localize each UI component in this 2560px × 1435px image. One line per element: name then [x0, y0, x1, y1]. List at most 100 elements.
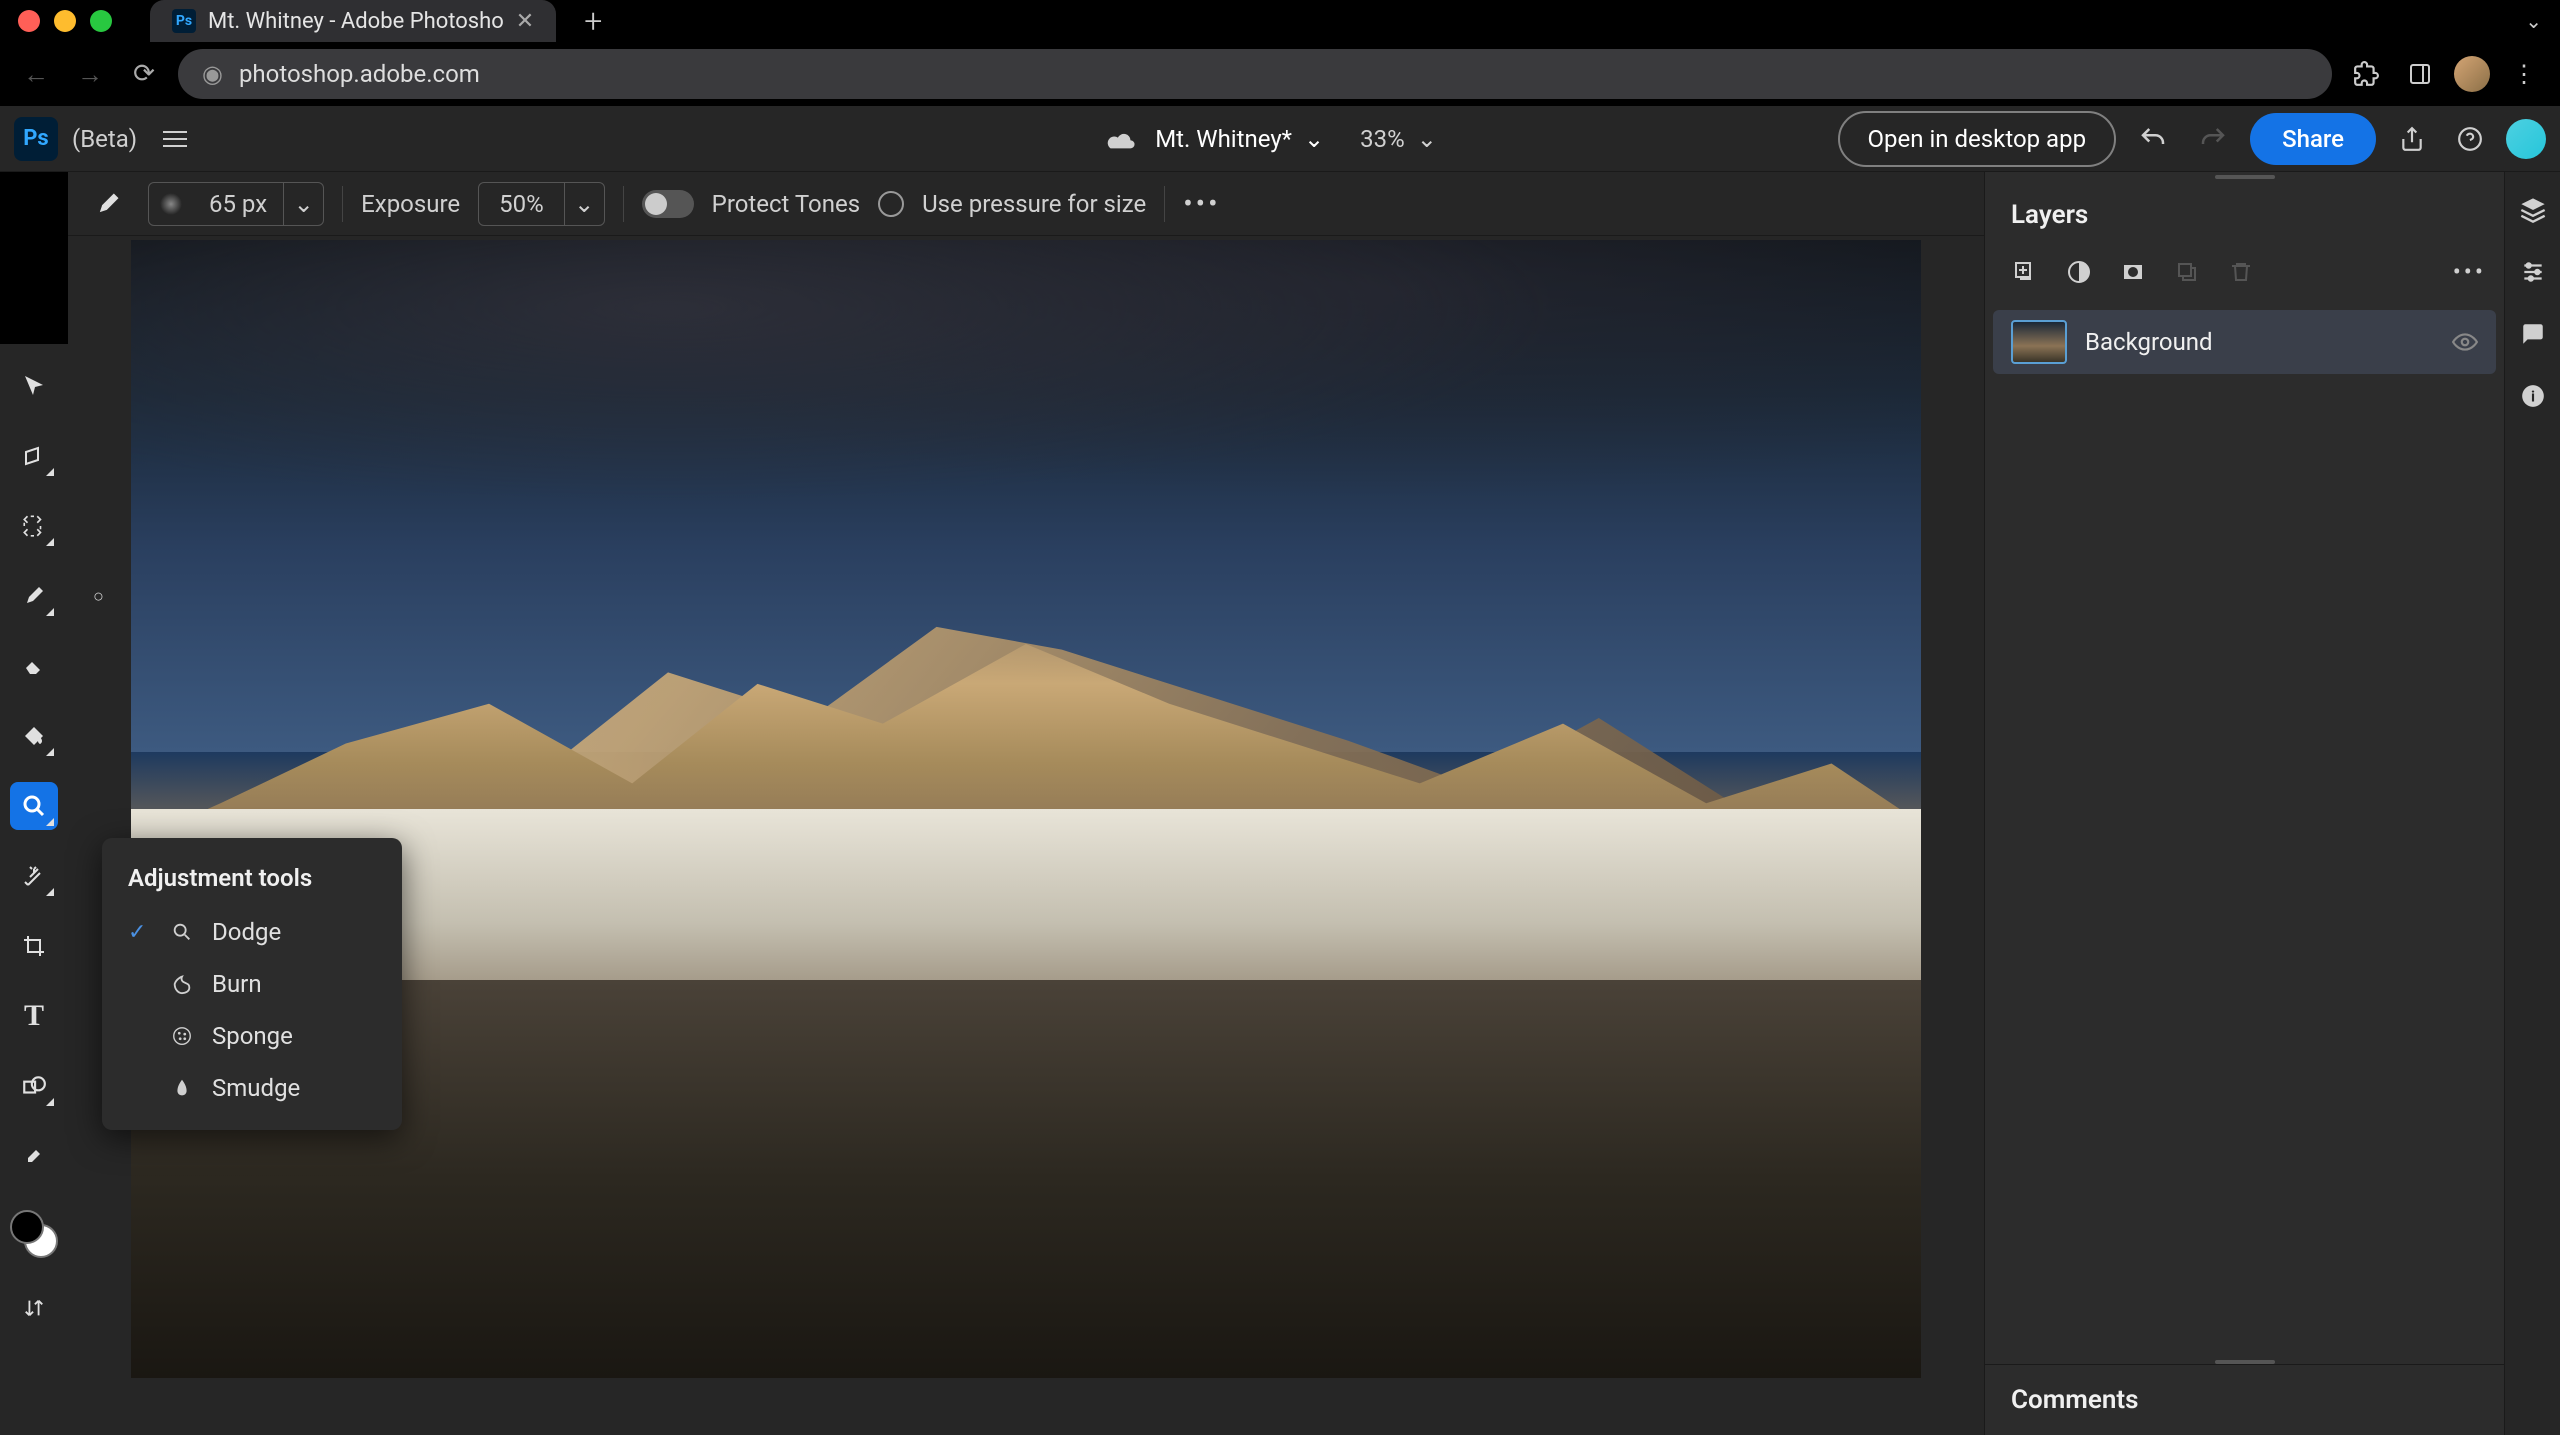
hamburger-menu[interactable] [151, 119, 199, 159]
flyout-item-sponge[interactable]: Sponge [102, 1010, 402, 1062]
comments-title[interactable]: Comments [1985, 1364, 2504, 1435]
flyout-item-dodge[interactable]: ✓ Dodge [102, 906, 402, 958]
selection-tool[interactable] [10, 502, 58, 550]
site-info-icon[interactable]: ◉ [202, 60, 223, 88]
help-icon[interactable] [2448, 117, 2492, 161]
layer-name: Background [2085, 328, 2213, 356]
flyout-item-smudge[interactable]: Smudge [102, 1062, 402, 1114]
adjustment-tools-flyout: Adjustment tools ✓ Dodge Burn Sponge Smu… [102, 838, 402, 1130]
redo-button[interactable] [2190, 116, 2236, 162]
swap-colors-icon[interactable] [10, 1284, 58, 1332]
svg-text:i: i [2530, 387, 2534, 405]
adjustment-tool[interactable] [10, 782, 58, 830]
pressure-size-radio[interactable] [878, 191, 904, 217]
crop-tool[interactable] [10, 922, 58, 970]
zoom-selector[interactable]: 33% ⌄ [1342, 117, 1455, 161]
type-tool[interactable]: T [10, 992, 58, 1040]
share-button[interactable]: Share [2250, 113, 2376, 165]
layers-toolbar: ••• [1985, 242, 2504, 310]
reload-button[interactable]: ⟳ [124, 54, 164, 94]
shape-tool[interactable] [10, 1062, 58, 1110]
tab-title: Mt. Whitney - Adobe Photosho [208, 9, 504, 34]
brush-size-value: 65 px [193, 190, 283, 218]
canvas[interactable] [131, 240, 1921, 1378]
dodge-icon [168, 921, 196, 943]
url-bar[interactable]: ◉ photoshop.adobe.com [178, 49, 2332, 99]
tabs-overflow-icon[interactable]: ⌄ [2525, 9, 2542, 33]
transform-tool[interactable] [10, 432, 58, 480]
group-icon[interactable] [2165, 250, 2209, 294]
smudge-icon [168, 1077, 196, 1099]
pressure-size-label: Use pressure for size [922, 190, 1146, 218]
brush-tool[interactable] [10, 572, 58, 620]
exposure-label: Exposure [361, 190, 460, 218]
flyout-title: Adjustment tools [102, 854, 402, 906]
back-button[interactable]: ← [16, 54, 56, 94]
user-avatar[interactable] [2506, 119, 2546, 159]
export-icon[interactable] [2390, 117, 2434, 161]
flyout-item-burn[interactable]: Burn [102, 958, 402, 1010]
burn-icon [168, 973, 196, 995]
flyout-item-label: Smudge [212, 1074, 300, 1102]
cloud-sync-icon[interactable] [1105, 127, 1137, 151]
panel-grip[interactable] [1985, 172, 2504, 182]
ps-logo[interactable]: Ps [14, 117, 58, 161]
protect-tones-toggle[interactable] [642, 190, 694, 218]
brush-preview [149, 193, 193, 215]
window-titlebar: Ps Mt. Whitney - Adobe Photosho ✕ + ⌄ [0, 0, 2560, 42]
separator [342, 186, 343, 222]
fill-tool[interactable] [10, 712, 58, 760]
layers-rail-icon[interactable] [2513, 190, 2553, 230]
window-min-btn[interactable] [54, 10, 76, 32]
brush-size-selector[interactable]: 65 px ⌄ [148, 182, 324, 226]
layers-more-icon[interactable]: ••• [2453, 258, 2486, 286]
comments-rail-icon[interactable] [2513, 314, 2553, 354]
delete-layer-icon[interactable] [2219, 250, 2263, 294]
layer-thumbnail[interactable] [2011, 320, 2067, 364]
window-max-btn[interactable] [90, 10, 112, 32]
adjustment-layer-icon[interactable] [2057, 250, 2101, 294]
chevron-down-icon[interactable]: ⌄ [564, 183, 604, 225]
layers-panel: Layers ••• Background Comments [1984, 172, 2504, 1435]
undo-button[interactable] [2130, 116, 2176, 162]
options-bar: 65 px ⌄ Exposure 50% ⌄ Protect Tones Use… [68, 172, 1984, 236]
move-tool[interactable] [10, 362, 58, 410]
layer-visibility-icon[interactable] [2452, 332, 2478, 352]
sponge-icon [168, 1025, 196, 1047]
forward-button[interactable]: → [70, 54, 110, 94]
document-title[interactable]: Mt. Whitney* ⌄ [1155, 125, 1324, 153]
protect-tones-label: Protect Tones [712, 190, 860, 218]
new-tab-button[interactable]: + [584, 2, 602, 40]
more-options-icon[interactable]: ••• [1183, 187, 1220, 220]
extensions-icon[interactable] [2346, 54, 2386, 94]
open-desktop-button[interactable]: Open in desktop app [1838, 111, 2117, 167]
layers-title: Layers [1985, 182, 2504, 242]
heal-tool[interactable] [10, 852, 58, 900]
info-rail-icon[interactable]: i [2513, 376, 2553, 416]
separator [1164, 186, 1165, 222]
chrome-menu-icon[interactable]: ⋮ [2504, 54, 2544, 94]
exposure-value: 50% [479, 190, 564, 218]
document-name-label: Mt. Whitney* [1155, 125, 1292, 153]
eyedropper-tool[interactable] [10, 1132, 58, 1180]
tab-close-icon[interactable]: ✕ [516, 9, 534, 34]
layer-row[interactable]: Background [1993, 310, 2496, 374]
foreground-color[interactable] [10, 1210, 44, 1244]
ruler-marker: ○ [93, 586, 104, 607]
browser-tab[interactable]: Ps Mt. Whitney - Adobe Photosho ✕ [150, 0, 556, 42]
browser-toolbar: ← → ⟳ ◉ photoshop.adobe.com ⋮ [0, 42, 2560, 106]
properties-rail-icon[interactable] [2513, 252, 2553, 292]
right-rail: i [2504, 172, 2560, 1435]
chevron-down-icon[interactable]: ⌄ [283, 183, 323, 225]
mask-icon[interactable] [2111, 250, 2155, 294]
profile-avatar[interactable] [2454, 56, 2490, 92]
flyout-item-label: Burn [212, 970, 262, 998]
eraser-tool[interactable] [10, 642, 58, 690]
panel-grip[interactable] [1985, 1346, 2504, 1364]
color-swatches[interactable] [10, 1210, 58, 1258]
exposure-selector[interactable]: 50% ⌄ [478, 182, 605, 226]
sidepanel-icon[interactable] [2400, 54, 2440, 94]
window-close-btn[interactable] [18, 10, 40, 32]
add-layer-icon[interactable] [2003, 250, 2047, 294]
canvas-area: ○ [68, 236, 1984, 1435]
